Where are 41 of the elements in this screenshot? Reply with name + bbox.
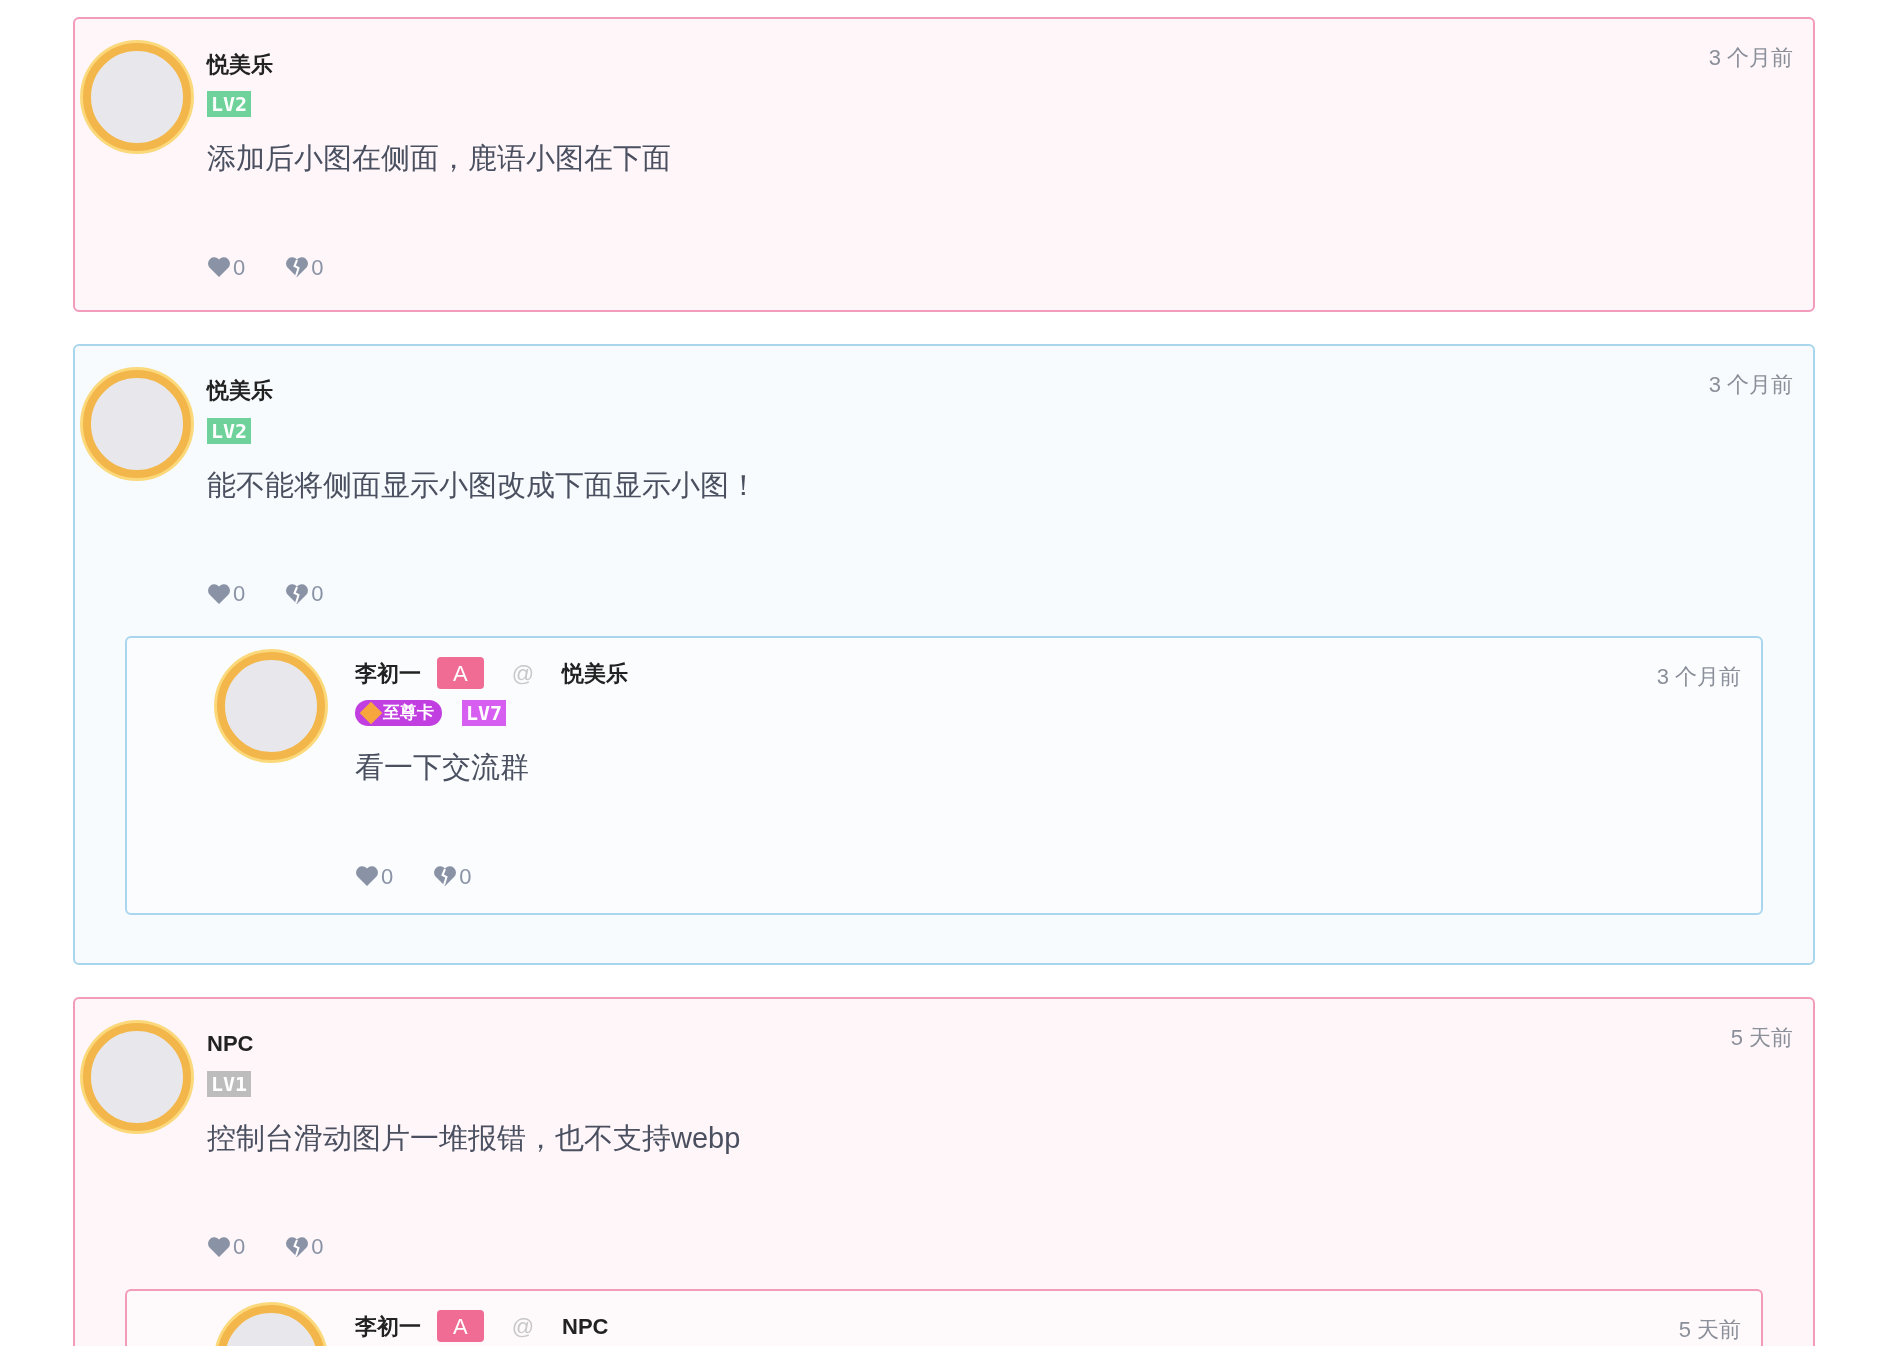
comment-time: 5 天前 — [1730, 1023, 1793, 1052]
at-sign: @ — [510, 1312, 536, 1341]
heart-icon[interactable] — [207, 256, 231, 278]
like-count: 0 — [233, 1233, 246, 1261]
user-name[interactable]: 悦美乐 — [207, 47, 273, 81]
level-badge: LV2 — [207, 417, 252, 444]
heart-icon[interactable] — [207, 1235, 231, 1258]
vip-badge: 至尊卡 — [355, 700, 442, 726]
at-sign: @ — [510, 659, 536, 688]
comment-time: 3 个月前 — [1708, 370, 1793, 399]
comment-text: 能不能将侧面显示小图改成下面显示小图！ — [207, 467, 759, 503]
comment-text: 看一下交流群 — [355, 750, 530, 785]
like-count: 0 — [233, 253, 246, 282]
comment-text: 添加后小图在侧面，鹿语小图在下面 — [207, 141, 672, 176]
reply-time: 3 个月前 — [1656, 663, 1741, 691]
heart-icon[interactable] — [207, 582, 231, 605]
broken-heart-icon[interactable] — [433, 865, 458, 887]
level-badge: LV7 — [462, 700, 507, 726]
like-count: 0 — [233, 580, 246, 608]
user-tag: A — [437, 1310, 484, 1342]
broken-heart-icon[interactable] — [285, 1235, 310, 1258]
broken-heart-icon[interactable] — [285, 256, 310, 278]
user-name[interactable]: 李初一 — [355, 656, 421, 690]
user-name[interactable]: 悦美乐 — [207, 374, 273, 407]
level-badge: LV1 — [207, 1070, 252, 1097]
comment-time: 3 个月前 — [1708, 44, 1793, 72]
reply-time: 5 天前 — [1678, 1316, 1741, 1344]
level-badge: LV2 — [207, 91, 252, 117]
reply-target-name[interactable]: 悦美乐 — [562, 656, 629, 690]
dislike-count: 0 — [459, 862, 472, 891]
user-name[interactable]: 李初一 — [355, 1309, 421, 1343]
user-name[interactable]: NPC — [207, 1027, 254, 1060]
reply-target-name[interactable]: NPC — [562, 1309, 609, 1343]
like-count: 0 — [381, 862, 394, 891]
dislike-count: 0 — [311, 1233, 324, 1261]
dislike-count: 0 — [311, 253, 324, 282]
user-tag: A — [437, 657, 484, 689]
heart-icon[interactable] — [355, 865, 379, 887]
broken-heart-icon[interactable] — [285, 582, 310, 605]
comment-text: 控制台滑动图片一堆报错，也不支持webp — [207, 1120, 742, 1156]
dislike-count: 0 — [311, 580, 324, 608]
